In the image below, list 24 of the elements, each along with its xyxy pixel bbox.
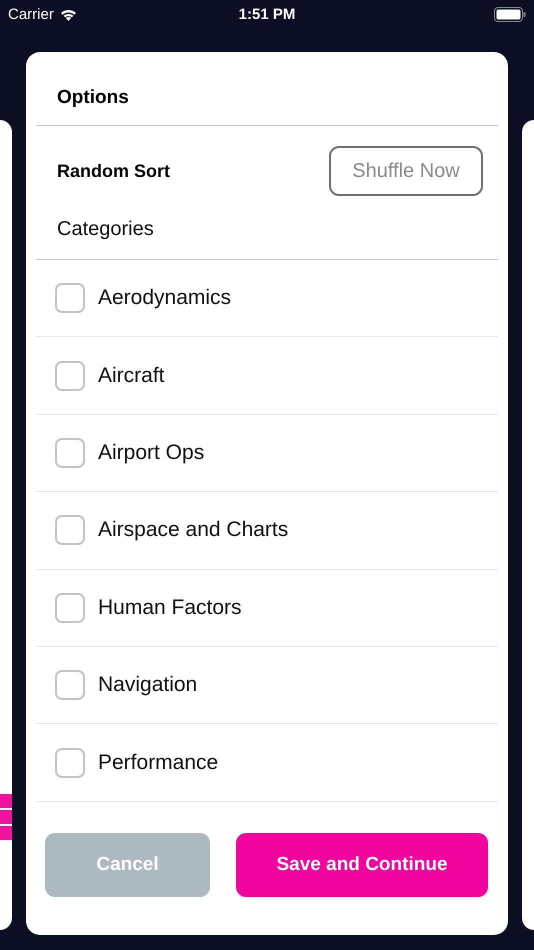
checkbox[interactable] (55, 438, 85, 468)
checkbox[interactable] (55, 515, 85, 546)
category-label: Airspace and Charts (98, 518, 288, 542)
save-button[interactable]: Save and Continue (236, 832, 488, 897)
carrier-name: Carrier (8, 6, 54, 22)
category-label: Performance (98, 750, 218, 775)
category-label: Aircraft (98, 364, 165, 388)
dialog-title: Options (57, 87, 129, 109)
checkbox[interactable] (55, 592, 85, 623)
category-label: Navigation (98, 673, 198, 698)
category-label: Aerodynamics (98, 286, 232, 310)
random-sort-label: Random Sort (57, 160, 170, 182)
battery-icon (494, 6, 526, 22)
category-label: Airport Ops (98, 440, 204, 465)
checkbox[interactable] (55, 360, 85, 391)
shuffle-button[interactable]: Shuffle Now (329, 146, 483, 196)
checkbox[interactable] (55, 670, 85, 700)
category-label: Human Factors (98, 596, 242, 620)
checkbox[interactable] (55, 283, 85, 314)
categories-label: Categories (57, 218, 154, 240)
status-time: 1:51 PM (238, 6, 296, 22)
wifi-icon (60, 8, 77, 20)
cancel-button[interactable]: Cancel (45, 832, 210, 897)
checkbox[interactable] (55, 748, 85, 778)
